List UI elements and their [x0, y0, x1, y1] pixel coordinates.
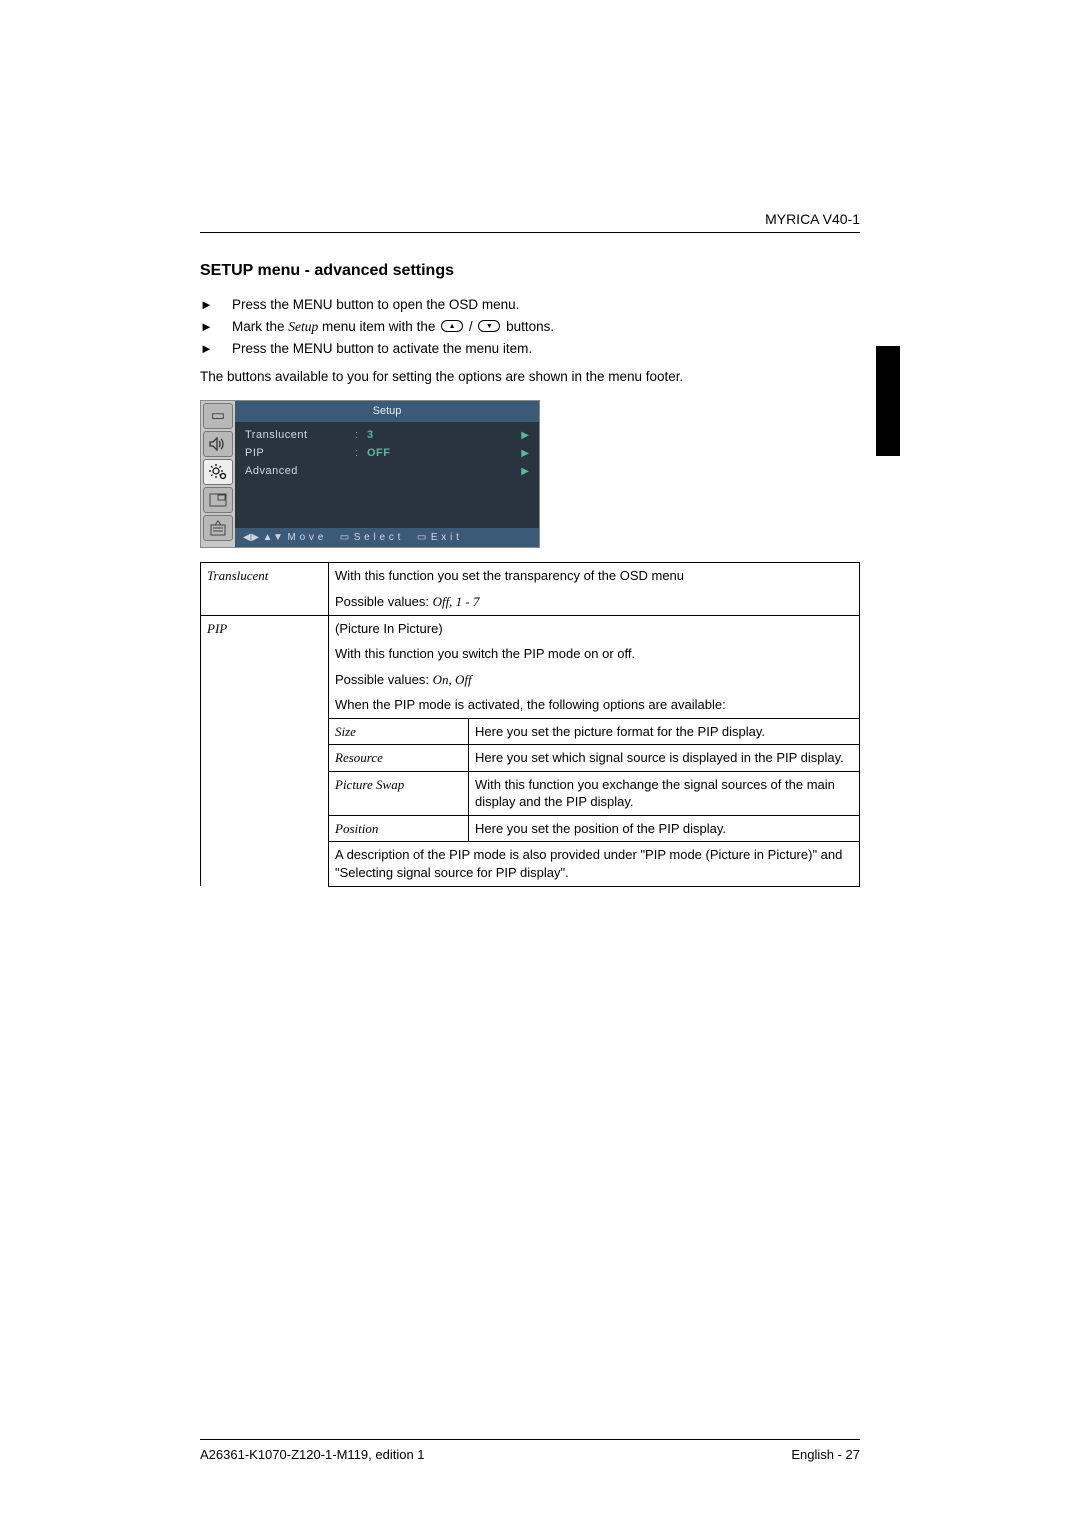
osd-row-value: OFF [367, 446, 437, 461]
table-row: PIP (Picture In Picture) [201, 615, 860, 641]
colon: : [355, 446, 367, 461]
osd-row-label: Translucent [245, 428, 355, 443]
marker-arrow-icon: ► [200, 318, 216, 336]
sub-desc: Here you set which signal source is disp… [469, 745, 860, 772]
sound-icon [203, 431, 233, 457]
settings-table: Translucent With this function you set t… [200, 562, 860, 886]
osd-hint-select: ▭ S e l e c t [340, 531, 401, 545]
exit-icon: ▭ [417, 531, 427, 545]
list-item: ► Mark the Setup menu item with the ▲ / … [200, 318, 860, 336]
param-desc: With this function you set the transpare… [329, 563, 860, 589]
param-name: PIP [201, 615, 329, 886]
osd-icon-column: ▭ [201, 401, 235, 547]
osd-row-label: PIP [245, 446, 355, 461]
page-number: English - 27 [791, 1446, 860, 1464]
setup-icon [203, 459, 233, 485]
values-prefix: Possible values: [335, 672, 433, 687]
osd-row: Advanced ▶ [245, 462, 529, 480]
values-text: Off, 1 - 7 [433, 594, 480, 609]
osd-rows: Translucent : 3 ▶ PIP : OFF ▶ Advanced [235, 422, 539, 528]
param-line: With this function you switch the PIP mo… [329, 641, 860, 667]
osd-hint-exit: ▭ E x i t [417, 531, 459, 545]
param-footnote: A description of the PIP mode is also pr… [329, 842, 860, 886]
osd-body: Setup Translucent : 3 ▶ PIP : OFF ▶ [235, 401, 539, 547]
select-icon: ▭ [340, 531, 350, 545]
osd-row-value: 3 [367, 428, 437, 443]
product-title: MYRICA V40-1 [765, 210, 860, 229]
arrows-icon: ◀▶ ▲▼ [243, 531, 283, 545]
step-text: Mark the Setup menu item with the ▲ / ▼ … [232, 318, 860, 336]
list-item: ► Press the MENU button to open the OSD … [200, 296, 860, 314]
osd-hint-label: M o v e [287, 531, 323, 545]
sub-desc: Here you set the position of the PIP dis… [469, 815, 860, 842]
param-line: (Picture In Picture) [329, 615, 860, 641]
osd-footer: ◀▶ ▲▼ M o v e ▭ S e l e c t ▭ E x i t [235, 528, 539, 548]
osd-row: PIP : OFF ▶ [245, 444, 529, 462]
table-row: Translucent With this function you set t… [201, 563, 860, 589]
list-item: ► Press the MENU button to activate the … [200, 340, 860, 358]
page-footer: A26361-K1070-Z120-1-M119, edition 1 Engl… [200, 1446, 860, 1464]
osd-screenshot: ▭ Setup Translucent [200, 400, 540, 548]
chevron-right-icon: ▶ [521, 447, 529, 461]
osd-title: Setup [235, 401, 539, 422]
chapter-tab [876, 346, 900, 456]
osd-hint-label: S e l e c t [354, 531, 401, 545]
chevron-right-icon: ▶ [521, 429, 529, 443]
table-row: Possible values: Off, 1 - 7 [201, 589, 860, 615]
osd-hint-label: E x i t [431, 531, 460, 545]
values-prefix: Possible values: [335, 594, 433, 609]
marker-arrow-icon: ► [200, 340, 216, 358]
footer-rule [200, 1439, 860, 1440]
step-list: ► Press the MENU button to open the OSD … [200, 296, 860, 359]
step-text: Press the MENU button to open the OSD me… [232, 296, 860, 314]
sub-name: Resource [329, 745, 469, 772]
sub-desc: Here you set the picture format for the … [469, 718, 860, 745]
sub-name: Position [329, 815, 469, 842]
up-button-icon: ▲ [441, 320, 463, 332]
note-text: The buttons available to you for setting… [200, 368, 860, 386]
marker-arrow-icon: ► [200, 296, 216, 314]
down-button-icon: ▼ [478, 320, 500, 332]
empty-cell [201, 589, 329, 615]
doc-id: A26361-K1070-Z120-1-M119, edition 1 [200, 1446, 425, 1464]
content: SETUP menu - advanced settings ► Press t… [200, 260, 860, 887]
param-values: Possible values: On, Off [329, 667, 860, 693]
param-name: Translucent [201, 563, 329, 589]
picture-icon: ▭ [203, 403, 233, 429]
step-text: Press the MENU button to activate the me… [232, 340, 860, 358]
channel-icon [203, 515, 233, 541]
osd-hint-move: ◀▶ ▲▼ M o v e [243, 531, 324, 545]
header-rule [200, 232, 860, 233]
param-line: When the PIP mode is activated, the foll… [329, 692, 860, 718]
page: MYRICA V40-1 SETUP menu - advanced setti… [0, 0, 1080, 1528]
pip-icon [203, 487, 233, 513]
param-values: Possible values: Off, 1 - 7 [329, 589, 860, 615]
sub-name: Picture Swap [329, 771, 469, 815]
section-heading: SETUP menu - advanced settings [200, 260, 860, 282]
osd-row-label: Advanced [245, 464, 355, 479]
inline-setup-italic: Setup [288, 319, 318, 334]
sub-desc: With this function you exchange the sign… [469, 771, 860, 815]
sub-name: Size [329, 718, 469, 745]
chevron-right-icon: ▶ [521, 465, 529, 479]
colon: : [355, 428, 367, 443]
values-text: On, Off [433, 672, 472, 687]
osd-row: Translucent : 3 ▶ [245, 426, 529, 444]
